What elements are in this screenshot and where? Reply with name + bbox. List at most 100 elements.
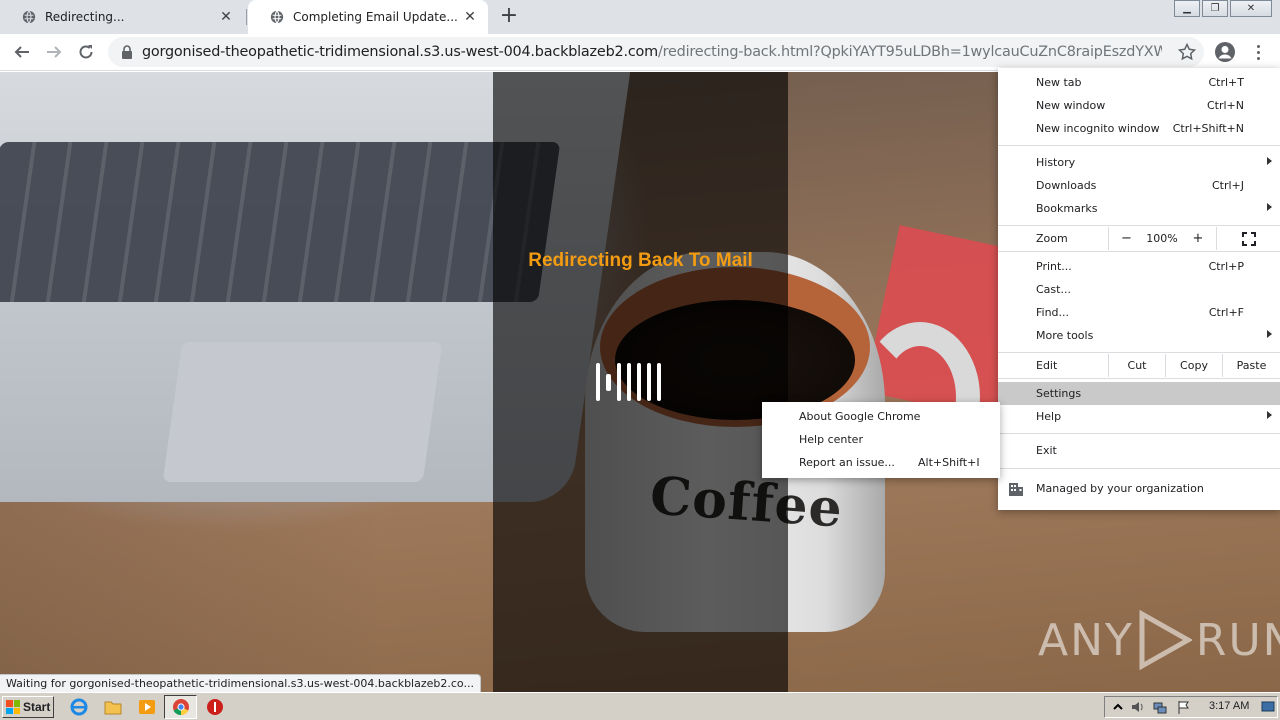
arrow-left-icon	[14, 46, 29, 58]
watermark-left-text: ANY	[1038, 614, 1134, 666]
windows-taskbar: Start 3:17 AM	[0, 692, 1280, 720]
arrow-right-icon	[47, 46, 62, 58]
start-button[interactable]: Start	[2, 696, 54, 718]
status-bubble: Waiting for gorgonised-theopathetic-trid…	[0, 674, 481, 692]
taskbar-chrome-button[interactable]	[164, 695, 197, 719]
submenu-arrow-icon	[1267, 203, 1272, 211]
menu-zoom-row: Zoom − 100% +	[998, 227, 1280, 250]
restore-button[interactable]: ❐	[1202, 0, 1228, 17]
profile-icon[interactable]	[1214, 41, 1236, 63]
menu-item-new-window[interactable]: New window Ctrl+N	[998, 94, 1280, 117]
fullscreen-icon	[1241, 231, 1256, 246]
globe-icon	[270, 10, 284, 24]
menu-separator	[998, 378, 1280, 379]
loader-bar	[647, 363, 651, 401]
new-tab-button[interactable]: +	[498, 5, 520, 27]
menu-item-bookmarks[interactable]: Bookmarks	[998, 197, 1280, 220]
url-text[interactable]: gorgonised-theopathetic-tridimensional.s…	[142, 44, 1162, 60]
cut-button[interactable]: Cut	[1108, 354, 1165, 377]
url-host: gorgonised-theopathetic-tridimensional.s…	[142, 44, 658, 60]
stop-icon[interactable]	[206, 698, 224, 716]
redirect-heading: Redirecting Back To Mail	[528, 250, 753, 271]
chrome-menu-button[interactable]	[1246, 40, 1270, 64]
action-center-flag-icon[interactable]	[1177, 700, 1191, 714]
chrome-icon	[173, 699, 189, 716]
menu-item-history[interactable]: History	[998, 151, 1280, 174]
window-controls: ▁ ❐ ✕	[1172, 0, 1272, 17]
menu-separator	[998, 251, 1280, 252]
submenu-arrow-icon	[1267, 411, 1272, 419]
windows-logo-icon	[6, 700, 20, 714]
minimize-button[interactable]: ▁	[1174, 0, 1200, 17]
submenu-item-about[interactable]: About Google Chrome	[762, 405, 1000, 428]
menu-item-print[interactable]: Print... Ctrl+P	[998, 255, 1280, 278]
menu-item-downloads[interactable]: Downloads Ctrl+J	[998, 174, 1280, 197]
loader-bar	[596, 363, 600, 401]
tab-separator	[246, 9, 247, 25]
loader-bar	[627, 363, 631, 401]
copy-button[interactable]: Copy	[1165, 354, 1222, 377]
media-player-icon[interactable]	[138, 698, 156, 716]
tab-strip: Redirecting... ✕ Completing Email Update…	[0, 0, 1280, 34]
menu-item-more-tools[interactable]: More tools	[998, 324, 1280, 347]
zoom-label: Zoom	[1036, 232, 1068, 245]
chrome-main-menu: New tab Ctrl+T New window Ctrl+N New incog…	[998, 68, 1280, 510]
menu-item-managed[interactable]: Managed by your organization	[998, 476, 1280, 501]
back-button[interactable]	[10, 40, 34, 64]
tab-title: Completing Email Update...	[293, 10, 458, 24]
reload-icon	[79, 45, 93, 59]
globe-icon	[22, 10, 36, 24]
zoom-in-button[interactable]: +	[1180, 227, 1216, 250]
forward-button[interactable]	[42, 40, 66, 64]
submenu-arrow-icon	[1267, 330, 1272, 338]
menu-edit-row: Edit Cut Copy Paste	[998, 354, 1280, 377]
building-icon	[1009, 483, 1023, 496]
menu-item-help[interactable]: Help	[998, 405, 1280, 428]
watermark-right-text: RUN	[1195, 614, 1280, 666]
menu-separator	[998, 225, 1280, 226]
internet-explorer-icon[interactable]	[70, 698, 88, 716]
menu-separator	[998, 145, 1280, 146]
address-bar[interactable]: gorgonised-theopathetic-tridimensional.s…	[108, 37, 1204, 67]
loader-bar	[637, 363, 641, 401]
submenu-arrow-icon	[1267, 157, 1272, 165]
network-icon[interactable]	[1153, 700, 1167, 714]
anyrun-watermark: ANY RUN	[1038, 610, 1280, 670]
menu-item-find[interactable]: Find... Ctrl+F	[998, 301, 1280, 324]
edit-label: Edit	[1036, 359, 1058, 372]
menu-separator	[998, 433, 1280, 434]
volume-icon[interactable]	[1131, 700, 1145, 714]
show-desktop-icon[interactable]	[1261, 700, 1275, 714]
close-icon[interactable]: ✕	[462, 9, 478, 25]
url-path: /redirecting-back.html?QpkiYAYT95uLDBh=1…	[657, 44, 1162, 60]
tab-title: Redirecting...	[45, 10, 125, 24]
browser-toolbar: gorgonised-theopathetic-tridimensional.s…	[0, 34, 1280, 71]
menu-item-settings[interactable]: Settings	[998, 382, 1280, 405]
menu-item-new-tab[interactable]: New tab Ctrl+T	[998, 71, 1280, 94]
bookmark-star-icon[interactable]	[1178, 43, 1196, 61]
loader-bar	[606, 373, 611, 391]
play-logo-icon	[1139, 610, 1192, 670]
clock-time[interactable]: 3:17 AM	[1209, 700, 1249, 712]
submenu-item-help-center[interactable]: Help center	[762, 428, 1000, 451]
submenu-item-report-issue[interactable]: Report an issue... Alt+Shift+I	[762, 451, 1000, 474]
folder-icon[interactable]	[104, 698, 122, 716]
window-close-button[interactable]: ✕	[1230, 0, 1272, 17]
lock-icon[interactable]	[120, 45, 134, 59]
menu-item-exit[interactable]: Exit	[998, 439, 1280, 462]
tab-completing-email[interactable]: Completing Email Update... ✕	[248, 0, 488, 34]
tab-redirecting[interactable]: Redirecting... ✕	[0, 0, 244, 34]
loader-bar	[657, 363, 661, 401]
zoom-out-button[interactable]: −	[1108, 227, 1144, 250]
menu-item-new-incognito[interactable]: New incognito window Ctrl+Shift+N	[998, 117, 1280, 140]
fullscreen-button[interactable]	[1216, 227, 1280, 250]
menu-separator	[998, 352, 1280, 353]
zoom-value: 100%	[1146, 232, 1178, 245]
reload-button[interactable]	[74, 40, 98, 64]
menu-item-cast[interactable]: Cast...	[998, 278, 1280, 301]
chevron-up-icon[interactable]	[1111, 700, 1125, 714]
loading-bars	[596, 362, 661, 402]
close-icon[interactable]: ✕	[218, 9, 234, 25]
paste-button[interactable]: Paste	[1222, 354, 1280, 377]
system-tray: 3:17 AM	[1104, 696, 1278, 718]
